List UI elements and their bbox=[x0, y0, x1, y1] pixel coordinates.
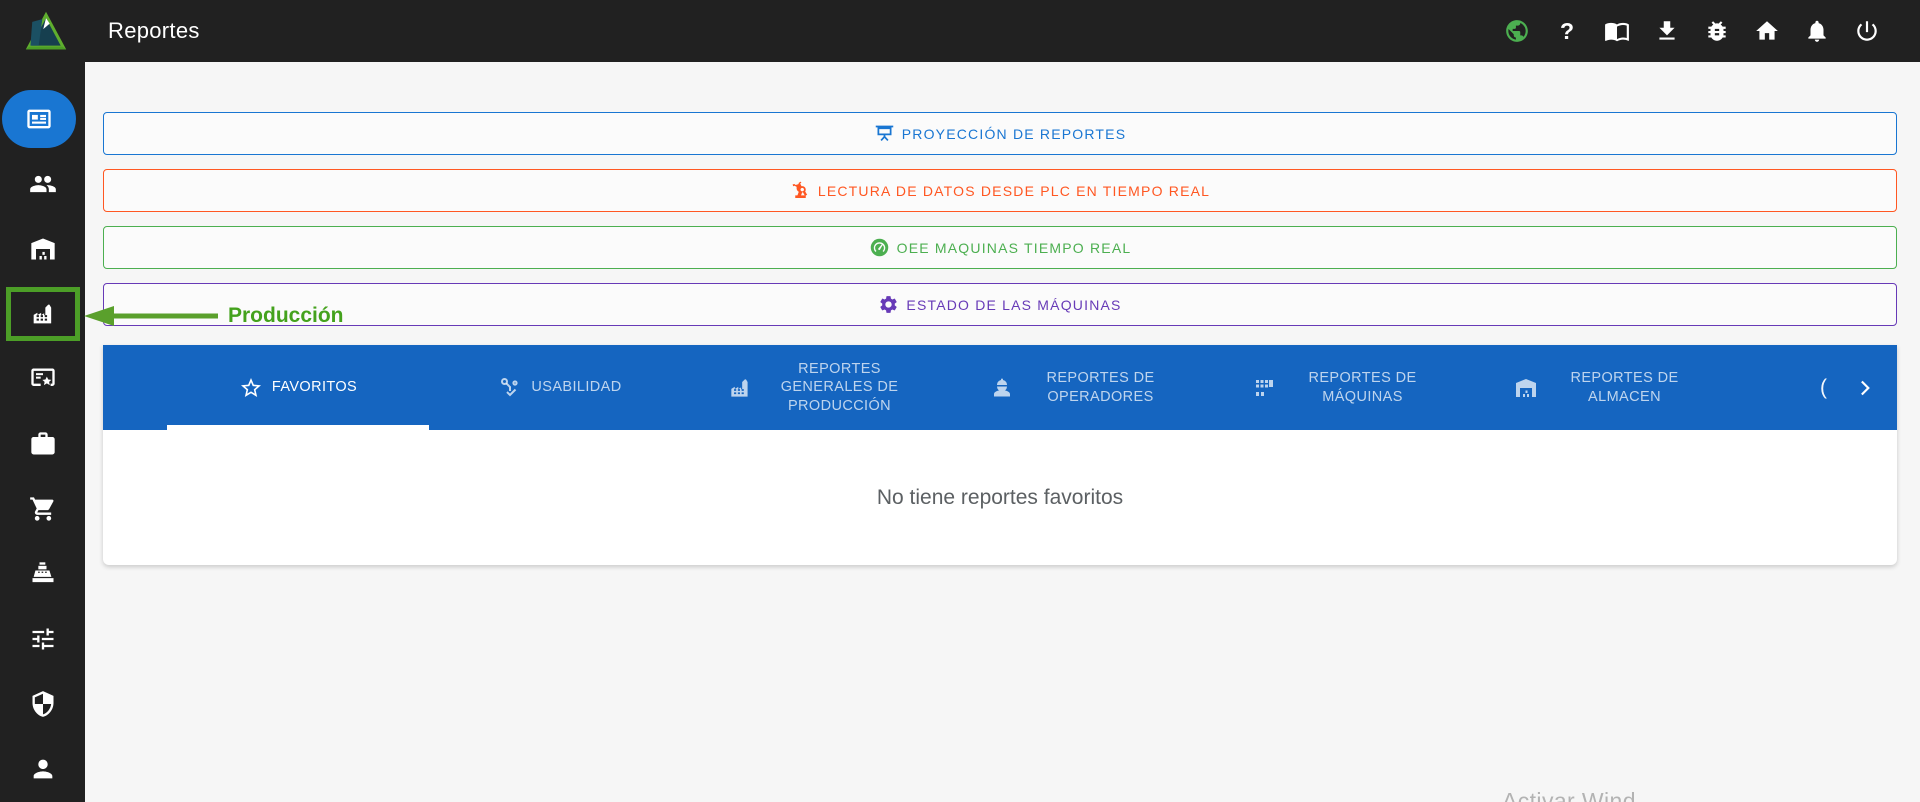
banner-estado-de-las-maquinas[interactable]: ESTADO DE LAS MÁQUINAS bbox=[103, 283, 1897, 326]
briefcase-icon bbox=[29, 430, 57, 458]
tab-reportes-generales-produccion[interactable]: REPORTES GENERALES DE PRODUCCIÓN bbox=[691, 345, 953, 430]
newspaper-icon bbox=[25, 105, 53, 133]
favorites-panel: No tiene reportes favoritos bbox=[103, 430, 1897, 565]
tab-overflow-area: ( bbox=[1820, 345, 1897, 430]
factory-icon bbox=[727, 375, 753, 401]
gauge-icon bbox=[869, 237, 890, 258]
globe-icon[interactable] bbox=[1504, 18, 1530, 44]
empty-favorites-message: No tiene reportes favoritos bbox=[877, 486, 1123, 510]
active-item-pill bbox=[2, 90, 76, 148]
reports-card: FAVORITOS USABILIDAD REPORTES GENERALES … bbox=[103, 345, 1897, 565]
sidebar-item-warehouse[interactable] bbox=[0, 216, 85, 281]
home-icon[interactable] bbox=[1754, 18, 1780, 44]
download-icon[interactable] bbox=[1654, 18, 1680, 44]
top-bar: Reportes ? bbox=[0, 0, 1920, 62]
tab-reportes-almacen[interactable]: REPORTES DE ALMACEN bbox=[1477, 345, 1739, 430]
cash-register-icon bbox=[29, 560, 57, 588]
power-icon[interactable] bbox=[1854, 18, 1880, 44]
sidebar-item-settings[interactable] bbox=[0, 606, 85, 671]
sidebar-item-production[interactable] bbox=[0, 281, 85, 346]
sidebar-item-jobs[interactable] bbox=[0, 411, 85, 476]
banner-label: PROYECCIÓN DE REPORTES bbox=[902, 126, 1127, 142]
banner-proyeccion-de-reportes[interactable]: PROYECCIÓN DE REPORTES bbox=[103, 112, 1897, 155]
projector-screen-icon bbox=[874, 123, 895, 144]
topbar-icon-group: ? bbox=[1504, 18, 1880, 44]
shopping-cart-icon bbox=[29, 495, 57, 523]
manual-book-icon[interactable] bbox=[1604, 18, 1630, 44]
sidebar-item-users[interactable] bbox=[0, 151, 85, 216]
warehouse-icon bbox=[1514, 376, 1538, 400]
clipped-tab-fragment: ( bbox=[1820, 376, 1827, 400]
operator-helmet-icon bbox=[990, 376, 1014, 400]
sidebar-item-security[interactable] bbox=[0, 671, 85, 736]
tab-reportes-maquinas[interactable]: REPORTES DE MÁQUINAS bbox=[1215, 345, 1477, 430]
banner-label: ESTADO DE LAS MÁQUINAS bbox=[906, 297, 1121, 313]
workflow-icon bbox=[498, 376, 522, 400]
gear-icon bbox=[878, 294, 899, 315]
production-highlight-box bbox=[6, 287, 80, 341]
tune-sliders-icon bbox=[29, 625, 57, 653]
users-icon bbox=[29, 170, 57, 198]
activate-windows-watermark: Activar Wind bbox=[1502, 788, 1636, 802]
sidebar-item-certificates[interactable] bbox=[0, 346, 85, 411]
banner-lectura-plc-tiempo-real[interactable]: LECTURA DE DATOS DESDE PLC EN TIEMPO REA… bbox=[103, 169, 1897, 212]
robot-arm-icon bbox=[790, 180, 811, 201]
tab-reportes-operadores[interactable]: REPORTES DE OPERADORES bbox=[953, 345, 1215, 430]
tab-usabilidad[interactable]: USABILIDAD bbox=[429, 345, 691, 430]
sidebar-item-sales[interactable] bbox=[0, 541, 85, 606]
chevron-right-icon[interactable] bbox=[1849, 373, 1879, 403]
sidebar-item-purchases[interactable] bbox=[0, 476, 85, 541]
warehouse-icon bbox=[29, 235, 57, 263]
app-logo bbox=[24, 8, 68, 54]
bug-report-icon[interactable] bbox=[1704, 18, 1730, 44]
help-icon[interactable]: ? bbox=[1554, 18, 1580, 44]
star-icon bbox=[239, 376, 263, 400]
machine-icon bbox=[1252, 376, 1276, 400]
notifications-bell-icon[interactable] bbox=[1804, 18, 1830, 44]
certificate-icon bbox=[29, 365, 57, 393]
person-icon bbox=[29, 755, 57, 783]
banner-oee-maquinas-tiempo-real[interactable]: OEE MAQUINAS TIEMPO REAL bbox=[103, 226, 1897, 269]
reports-tab-bar: FAVORITOS USABILIDAD REPORTES GENERALES … bbox=[103, 345, 1897, 430]
shield-icon bbox=[29, 690, 57, 718]
page-title: Reportes bbox=[108, 18, 200, 44]
factory-icon bbox=[29, 300, 57, 328]
tab-favoritos[interactable]: FAVORITOS bbox=[167, 345, 429, 430]
content-area: PROYECCIÓN DE REPORTES LECTURA DE DATOS … bbox=[85, 62, 1920, 802]
sidebar bbox=[0, 62, 85, 802]
sidebar-item-reports-dashboard[interactable] bbox=[0, 86, 85, 151]
banner-label: OEE MAQUINAS TIEMPO REAL bbox=[897, 240, 1132, 256]
sidebar-item-account[interactable] bbox=[0, 736, 85, 801]
banner-label: LECTURA DE DATOS DESDE PLC EN TIEMPO REA… bbox=[818, 183, 1210, 199]
